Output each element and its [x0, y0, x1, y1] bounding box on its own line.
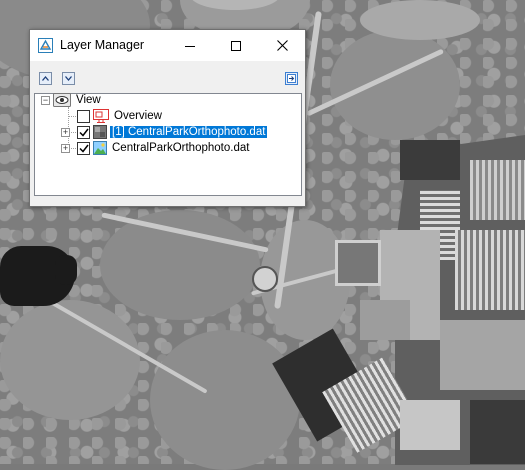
move-layer-up-button[interactable] [39, 72, 52, 85]
roof [400, 140, 460, 180]
tree-cluster [0, 300, 140, 420]
overview-layer-icon [93, 109, 109, 123]
tree-cluster [100, 210, 260, 320]
roof [455, 230, 525, 310]
checkmark-icon [78, 128, 89, 137]
color-raster-icon [93, 141, 107, 155]
app-icon [38, 38, 53, 53]
tree-item-overview[interactable]: Overview [77, 108, 164, 124]
tree-item-label: CentralParkOrthophoto.dat [112, 142, 250, 154]
maximize-icon [231, 40, 241, 51]
tree-item-label-selected: [1] CentralParkOrthophoto.dat [110, 126, 268, 138]
close-button[interactable] [259, 30, 305, 61]
layer-tree[interactable]: − View Overview + [1] CentralParkOrthoph… [34, 93, 302, 196]
layer-visibility-checkbox[interactable] [77, 125, 90, 139]
layer-options-button[interactable] [285, 72, 298, 85]
roof [470, 160, 525, 220]
layer-visibility-checkbox[interactable] [77, 141, 90, 155]
grayscale-raster-icon [93, 125, 107, 139]
meadow [360, 0, 480, 40]
fountain [252, 266, 278, 292]
arrow-up-icon [42, 76, 49, 81]
tree-item-layer-1[interactable]: + [1] CentralParkOrthophoto.dat [61, 124, 268, 140]
checkmark-icon [78, 144, 89, 153]
layer-visibility-checkbox[interactable] [77, 109, 90, 123]
title-bar[interactable]: Layer Manager [30, 30, 305, 61]
lake [55, 255, 77, 285]
expand-toggle[interactable]: + [61, 127, 70, 137]
minimize-button[interactable] [167, 30, 213, 61]
move-layer-down-button[interactable] [62, 72, 75, 85]
tree-cluster [150, 330, 300, 470]
collapse-toggle[interactable]: − [41, 95, 50, 105]
courtyard [360, 300, 410, 340]
arrow-down-icon [65, 76, 72, 81]
view-eye-icon [53, 93, 71, 107]
tree-cluster [330, 30, 460, 140]
window-title: Layer Manager [60, 38, 145, 52]
minimize-icon [185, 45, 195, 47]
toolbar [30, 61, 305, 89]
roof [400, 400, 460, 450]
roof [440, 320, 525, 390]
close-icon [276, 40, 288, 51]
maximize-button[interactable] [213, 30, 259, 61]
roof [470, 400, 525, 464]
layer-manager-window: Layer Manager − View Overview + [1] Cent… [29, 29, 306, 207]
tree-node-view[interactable]: − View [41, 92, 103, 108]
tree-item-label: Overview [114, 110, 162, 122]
tree-root-label: View [76, 94, 101, 106]
roof [335, 240, 381, 286]
expand-toggle[interactable]: + [61, 143, 70, 153]
tree-item-layer-2[interactable]: + CentralParkOrthophoto.dat [61, 140, 251, 156]
layer-options-icon [287, 74, 296, 83]
